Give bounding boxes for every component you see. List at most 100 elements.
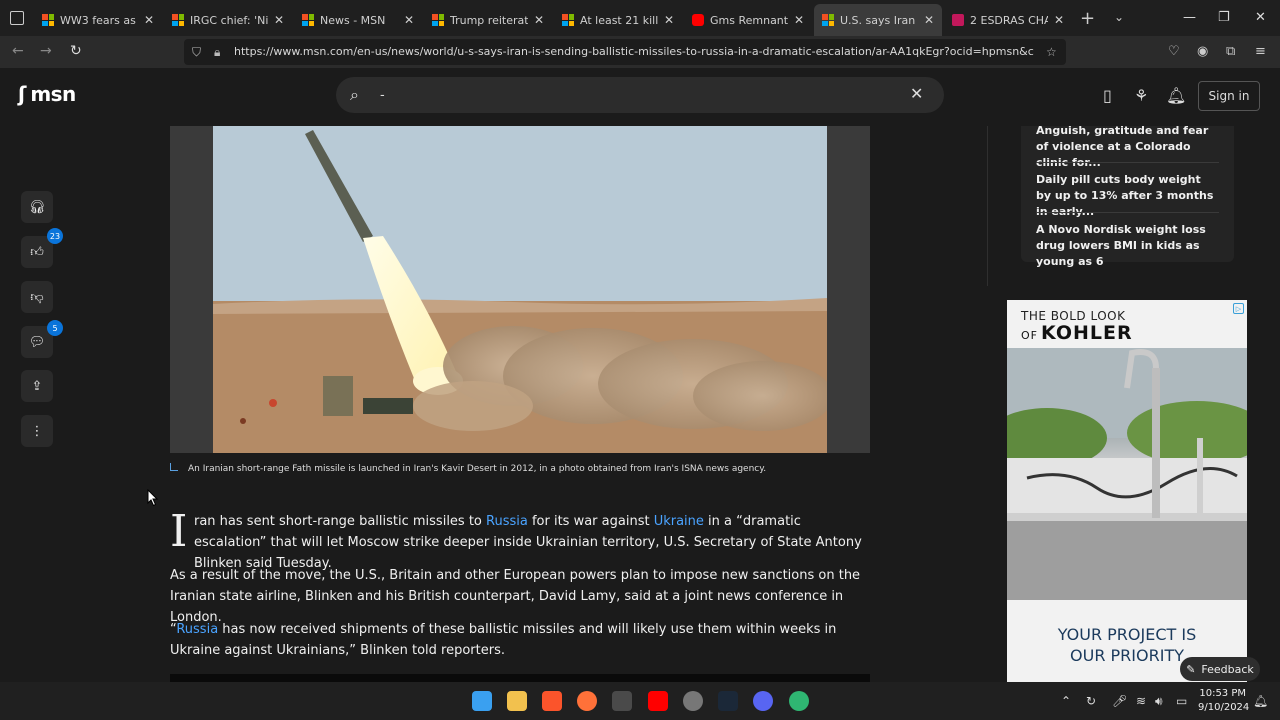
new-tab-plus-icon[interactable]: + <box>1080 8 1095 29</box>
kohler-advertisement[interactable]: ▷ THE BOLD LOOK OF KOHLER YOUR PROJECT IS… <box>1007 300 1247 682</box>
minimize-icon[interactable]: — <box>1183 10 1196 25</box>
search-input[interactable] <box>380 85 900 105</box>
faucet-illustration <box>1007 348 1247 600</box>
tab-list-icon[interactable] <box>10 11 24 25</box>
russia-link-2[interactable]: Russia <box>176 622 218 637</box>
search-icon[interactable]: ⌕ <box>350 85 359 105</box>
bell-icon[interactable]: 🔔︎ <box>1166 86 1186 105</box>
news-item-0[interactable]: Anguish, gratitude and fear of violence … <box>1036 123 1216 171</box>
close-tab-icon[interactable]: ✕ <box>664 13 674 27</box>
account-icon[interactable]: ◉ <box>1197 44 1208 59</box>
microphone-icon[interactable]: 🎤︎ <box>1112 694 1127 708</box>
missile-launch-illustration <box>213 126 827 453</box>
url-text[interactable]: https://www.msn.com/en-us/news/world/u-s… <box>234 45 1034 58</box>
url-bar[interactable]: ⛉ 🔒︎ https://www.msn.com/en-us/news/worl… <box>184 39 1066 65</box>
extensions-icon[interactable]: ⧉ <box>1226 44 1235 59</box>
msn-butterfly-icon: ʃ <box>18 82 27 106</box>
ukraine-link[interactable]: Ukraine <box>654 514 704 529</box>
tab-4[interactable]: At least 21 killed in✕ <box>554 4 682 36</box>
feedback-button[interactable]: ✎ Feedback <box>1180 657 1260 681</box>
kitchen-faucet-photo <box>1007 348 1247 600</box>
bookmark-star-icon[interactable]: ☆ <box>1046 45 1057 59</box>
ad-brand: OF KOHLER <box>1021 322 1133 344</box>
file-explorer-icon[interactable] <box>507 691 527 711</box>
close-tab-icon[interactable]: ✕ <box>794 13 804 27</box>
tab-5[interactable]: Gms Remnant Save✕ <box>684 4 812 36</box>
article-hero-image <box>170 126 870 453</box>
rewards-icon[interactable]: ⚘ <box>1134 86 1148 105</box>
mobile-app-icon[interactable]: ▯ <box>1103 86 1112 105</box>
msn-favicon-icon <box>822 14 834 26</box>
caption-marker-icon <box>170 463 178 471</box>
battery-icon[interactable]: ▭ <box>1176 694 1187 708</box>
thumbs-down-icon: 👎︎ <box>30 289 44 305</box>
chevron-down-icon[interactable]: ⌄ <box>1114 10 1124 24</box>
close-window-icon[interactable]: ✕ <box>1255 10 1266 25</box>
image-caption: An Iranian short-range Fath missile is l… <box>170 463 870 474</box>
divider <box>1036 212 1219 213</box>
close-tab-icon[interactable]: ✕ <box>404 13 414 27</box>
forward-arrow-icon[interactable]: → <box>40 43 52 59</box>
youtube-favicon-icon <box>692 14 704 26</box>
windows-taskbar: ⌃ ↻ 🎤︎ ≋ 🔊︎ ▭ 10:53 PM 9/10/2024 🔔︎ <box>0 682 1280 720</box>
likes-count-badge: 23 <box>47 228 63 244</box>
tab-2[interactable]: News - MSN ✕ <box>294 4 422 36</box>
msn-favicon-icon <box>42 14 54 26</box>
reload-icon[interactable]: ↻ <box>70 43 82 59</box>
restore-icon[interactable]: ❐ <box>1218 10 1230 25</box>
youtube-icon[interactable] <box>648 691 668 711</box>
related-news-card: Anguish, gratitude and fear of violence … <box>1021 123 1234 268</box>
brave-browser-icon[interactable] <box>542 691 562 711</box>
close-tab-icon[interactable]: ✕ <box>144 13 154 27</box>
feedback-icon: ✎ <box>1186 662 1196 676</box>
msn-favicon-icon <box>432 14 444 26</box>
volume-icon[interactable]: 🔊︎ <box>1155 694 1163 709</box>
divider <box>1036 162 1219 163</box>
dislike-button[interactable]: 👎︎ <box>21 281 53 313</box>
listen-headphones-button[interactable]: 🎧︎ <box>21 191 53 223</box>
more-options-button[interactable]: ⋮ <box>21 415 53 447</box>
close-tab-icon[interactable]: ✕ <box>924 13 934 27</box>
tab-6-active[interactable]: U.S. says Iran is send✕ <box>814 4 942 36</box>
tab-1[interactable]: IRGC chief: 'Nightm✕ <box>164 4 292 36</box>
tab-7[interactable]: 2 ESDRAS CHAPTER✕ <box>944 4 1072 36</box>
system-clock[interactable]: 10:53 PM 9/10/2024 <box>1198 687 1249 715</box>
share-button[interactable]: ⇪ <box>21 370 53 402</box>
sign-in-button[interactable]: Sign in <box>1198 81 1260 111</box>
shield-icon[interactable]: ⛉ <box>192 45 201 60</box>
missile-launch-photo <box>213 126 827 453</box>
headphones-icon: 🎧︎ <box>28 199 46 215</box>
clear-search-icon[interactable]: ✕ <box>910 84 923 103</box>
tab-0[interactable]: WW3 fears as North✕ <box>34 4 162 36</box>
ad-brand-top: THE BOLD LOOK <box>1021 309 1126 323</box>
news-item-2[interactable]: A Novo Nordisk weight loss drug lowers B… <box>1036 222 1216 270</box>
steam-icon[interactable] <box>718 691 738 711</box>
back-arrow-icon[interactable]: ← <box>12 43 24 59</box>
close-tab-icon[interactable]: ✕ <box>1054 13 1064 27</box>
wifi-icon[interactable]: ≋ <box>1136 694 1146 708</box>
windows-start-icon[interactable] <box>472 691 492 711</box>
close-tab-icon[interactable]: ✕ <box>274 13 284 27</box>
search-box[interactable]: ⌕ ✕ <box>336 77 944 113</box>
tab-strip: WW3 fears as North✕ IRGC chief: 'Nightm✕… <box>0 0 1280 36</box>
navigation-toolbar: ← → ↻ ⛉ 🔒︎ https://www.msn.com/en-us/new… <box>0 36 1280 68</box>
menu-icon[interactable]: ≡ <box>1255 44 1266 59</box>
pocket-icon[interactable]: ♡ <box>1168 44 1180 59</box>
msn-logo[interactable]: ʃ msn <box>18 82 76 106</box>
close-tab-icon[interactable]: ✕ <box>534 13 544 27</box>
tab-3[interactable]: Trump reiterates: Th✕ <box>424 4 552 36</box>
thumbs-up-icon: 👍︎ <box>30 244 44 260</box>
obs-icon[interactable] <box>683 691 703 711</box>
adchoices-icon[interactable]: ▷ <box>1233 303 1244 314</box>
firefox-icon[interactable] <box>577 691 597 711</box>
microsoft-store-icon[interactable] <box>612 691 632 711</box>
msn-header: ʃ msn ⌕ ✕ ▯ ⚘ 🔔︎ Sign in <box>0 68 1280 126</box>
more-vertical-icon: ⋮ <box>30 423 44 439</box>
tray-overflow-icon[interactable]: ⌃ <box>1061 694 1071 708</box>
sync-icon[interactable]: ↻ <box>1086 694 1096 708</box>
russia-link[interactable]: Russia <box>486 514 528 529</box>
discord-icon[interactable] <box>753 691 773 711</box>
lock-icon[interactable]: 🔒︎ <box>214 45 220 60</box>
edge-icon[interactable] <box>789 691 809 711</box>
notification-bell-icon[interactable]: 🔔︎ <box>1253 694 1268 708</box>
